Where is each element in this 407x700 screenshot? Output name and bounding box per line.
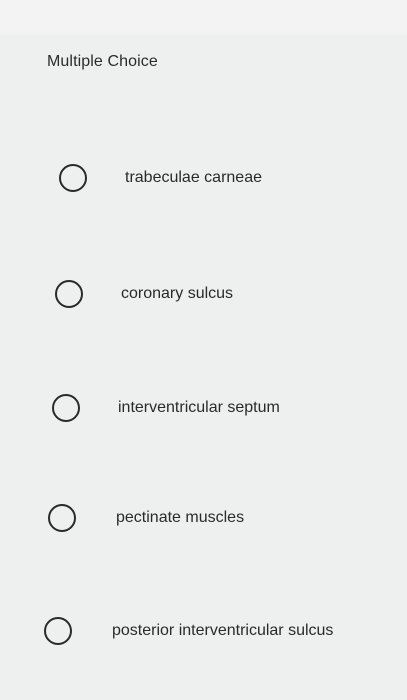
answer-option-coronary-sulcus[interactable]: coronary sulcus [55, 280, 233, 308]
radio-button-icon[interactable] [44, 617, 72, 645]
radio-button-icon[interactable] [55, 280, 83, 308]
answer-option-pectinate-muscles[interactable]: pectinate muscles [48, 504, 244, 532]
radio-button-icon[interactable] [52, 394, 80, 422]
top-bar [0, 0, 407, 35]
question-card [0, 34, 407, 700]
answer-option-posterior-interventricular-sulcus[interactable]: posterior interventricular sulcus [44, 617, 333, 645]
answer-option-label: interventricular septum [118, 399, 280, 416]
answer-option-label: coronary sulcus [121, 285, 234, 302]
radio-button-icon[interactable] [59, 164, 87, 192]
answer-option-trabeculae-carneae[interactable]: trabeculae carneae [59, 164, 262, 192]
answer-option-interventricular-septum[interactable]: interventricular septum [52, 394, 280, 422]
answer-option-label: posterior interventricular sulcus [112, 622, 334, 639]
answer-option-label: pectinate muscles [116, 509, 245, 526]
answer-option-label: trabeculae carneae [125, 169, 262, 186]
radio-button-icon[interactable] [48, 504, 76, 532]
question-type-label: Multiple Choice [47, 53, 158, 70]
